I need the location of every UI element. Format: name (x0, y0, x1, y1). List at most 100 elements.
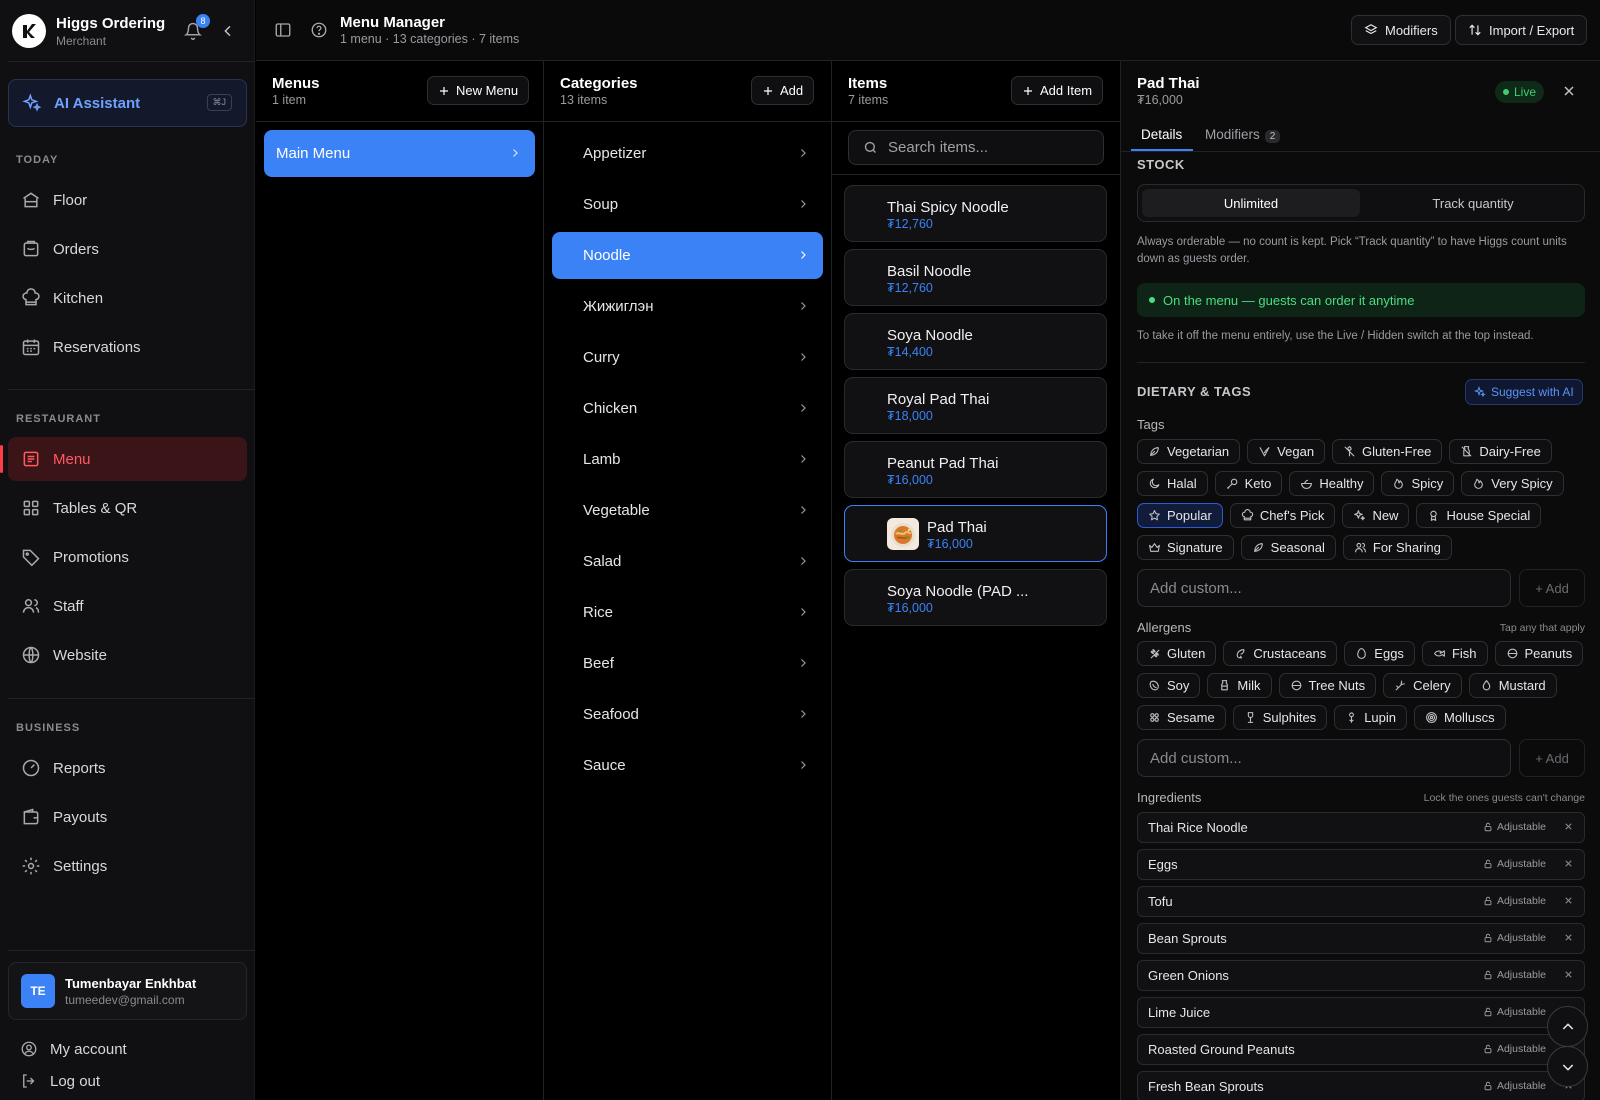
tag-chip-chef-s-pick[interactable]: Chef's Pick (1229, 503, 1336, 528)
logout-link[interactable]: Log out (20, 1072, 100, 1090)
help-icon[interactable] (310, 21, 328, 39)
allergen-chip-mustard[interactable]: Mustard (1468, 673, 1557, 698)
stock-unlimited-option[interactable]: Unlimited (1142, 189, 1360, 217)
tag-chip-halal[interactable]: Halal (1137, 471, 1208, 496)
nav-item-tables-qr[interactable]: Tables & QR (8, 486, 247, 530)
nav-item-website[interactable]: Website (8, 633, 247, 677)
ingredient-lock-toggle[interactable]: Adjustable (1483, 1080, 1546, 1092)
add-custom-allergen-button[interactable]: + Add (1519, 739, 1585, 777)
tab-modifiers[interactable]: Modifiers 2 (1205, 127, 1281, 143)
item-card[interactable]: Basil Noodle ₮12,760 (844, 249, 1107, 306)
user-card[interactable]: TE Tumenbayar Enkhbat tumeedev@gmail.com (8, 962, 247, 1020)
category-item[interactable]: Lamb (552, 436, 823, 483)
custom-tag-input[interactable]: Add custom... (1137, 569, 1511, 607)
item-card[interactable]: Soya Noodle ₮14,400 (844, 313, 1107, 370)
category-item[interactable]: Soup (552, 181, 823, 228)
nav-item-kitchen[interactable]: Kitchen (8, 276, 247, 320)
tag-chip-vegan[interactable]: Vegan (1247, 439, 1326, 464)
tag-chip-seasonal[interactable]: Seasonal (1240, 535, 1336, 560)
category-item[interactable]: Appetizer (552, 130, 823, 177)
tag-chip-for-sharing[interactable]: For Sharing (1342, 535, 1452, 560)
add-category-button[interactable]: Add (751, 76, 815, 105)
add-custom-tag-button[interactable]: + Add (1519, 569, 1585, 607)
category-item[interactable]: Seafood (552, 691, 823, 738)
category-item[interactable]: Chicken (552, 385, 823, 432)
live-status-toggle[interactable]: Live (1495, 81, 1545, 103)
allergen-chip-soy[interactable]: Soy (1137, 673, 1201, 698)
menu-row-main[interactable]: Main Menu (264, 130, 535, 177)
add-item-button[interactable]: Add Item (1011, 76, 1104, 105)
scroll-down-button[interactable] (1547, 1046, 1588, 1087)
category-item[interactable]: Beef (552, 640, 823, 687)
tag-chip-very-spicy[interactable]: Very Spicy (1461, 471, 1564, 496)
brand[interactable]: Higgs Ordering Merchant (12, 14, 165, 48)
collapse-sidebar-icon[interactable] (220, 23, 236, 39)
ai-assistant-button[interactable]: AI Assistant ⌘J (8, 79, 247, 127)
remove-ingredient-icon[interactable] (1563, 821, 1574, 832)
suggest-ai-button[interactable]: Suggest with AI (1465, 379, 1583, 405)
category-item[interactable]: Sauce (552, 742, 823, 789)
tag-chip-gluten-free[interactable]: Gluten-Free (1332, 439, 1443, 464)
allergen-chip-molluscs[interactable]: Molluscs (1414, 705, 1506, 730)
allergen-chip-gluten[interactable]: Gluten (1137, 641, 1217, 666)
nav-item-reservations[interactable]: Reservations (8, 325, 247, 369)
tag-chip-healthy[interactable]: Healthy (1289, 471, 1375, 496)
my-account-link[interactable]: My account (20, 1040, 127, 1058)
nav-item-settings[interactable]: Settings (8, 844, 247, 888)
remove-ingredient-icon[interactable] (1563, 932, 1574, 943)
category-item[interactable]: Salad (552, 538, 823, 585)
allergen-chip-lupin[interactable]: Lupin (1334, 705, 1407, 730)
ingredient-lock-toggle[interactable]: Adjustable (1483, 895, 1546, 907)
ingredient-lock-toggle[interactable]: Adjustable (1483, 1043, 1546, 1055)
ingredient-lock-toggle[interactable]: Adjustable (1483, 969, 1546, 981)
custom-allergen-input[interactable]: Add custom... (1137, 739, 1511, 777)
item-card[interactable]: Peanut Pad Thai ₮16,000 (844, 441, 1107, 498)
tag-chip-vegetarian[interactable]: Vegetarian (1137, 439, 1241, 464)
nav-item-staff[interactable]: Staff (8, 584, 247, 628)
tab-details[interactable]: Details (1141, 127, 1182, 142)
item-card[interactable]: Pad Thai ₮16,000 (844, 505, 1107, 562)
remove-ingredient-icon[interactable] (1563, 858, 1574, 869)
tag-chip-house-special[interactable]: House Special (1416, 503, 1542, 528)
tag-chip-keto[interactable]: Keto (1214, 471, 1283, 496)
modifiers-button[interactable]: Modifiers (1351, 15, 1451, 45)
nav-item-orders[interactable]: Orders (8, 227, 247, 271)
allergen-chip-celery[interactable]: Celery (1383, 673, 1462, 698)
tag-chip-popular[interactable]: Popular (1137, 503, 1223, 528)
tag-chip-signature[interactable]: Signature (1137, 535, 1234, 560)
allergen-chip-sesame[interactable]: Sesame (1137, 705, 1226, 730)
category-item[interactable]: Noodle (552, 232, 823, 279)
tag-chip-dairy-free[interactable]: Dairy-Free (1449, 439, 1552, 464)
stock-track-option[interactable]: Track quantity (1364, 189, 1582, 217)
search-input[interactable]: Search items... (848, 130, 1104, 165)
allergen-chip-fish[interactable]: Fish (1421, 641, 1488, 666)
item-card[interactable]: Soya Noodle (PAD ... ₮16,000 (844, 569, 1107, 626)
category-item[interactable]: Rice (552, 589, 823, 636)
scroll-up-button[interactable] (1547, 1006, 1588, 1047)
sidebar-toggle-icon[interactable] (274, 21, 292, 39)
nav-item-promotions[interactable]: Promotions (8, 535, 247, 579)
remove-ingredient-icon[interactable] (1563, 969, 1574, 980)
close-icon[interactable] (1561, 83, 1577, 99)
item-card[interactable]: Thai Spicy Noodle ₮12,760 (844, 185, 1107, 242)
allergen-chip-sulphites[interactable]: Sulphites (1232, 705, 1328, 730)
allergen-chip-peanuts[interactable]: Peanuts (1494, 641, 1584, 666)
nav-item-floor[interactable]: Floor (8, 178, 247, 222)
category-item[interactable]: Жижиглэн (552, 283, 823, 330)
ingredient-lock-toggle[interactable]: Adjustable (1483, 858, 1546, 870)
ingredient-lock-toggle[interactable]: Adjustable (1483, 932, 1546, 944)
allergen-chip-tree-nuts[interactable]: Tree Nuts (1278, 673, 1377, 698)
remove-ingredient-icon[interactable] (1563, 895, 1574, 906)
category-item[interactable]: Vegetable (552, 487, 823, 534)
new-menu-button[interactable]: New Menu (427, 76, 530, 105)
import-export-button[interactable]: Import / Export (1455, 15, 1588, 45)
item-card[interactable]: Royal Pad Thai ₮18,000 (844, 377, 1107, 434)
nav-item-menu[interactable]: Menu (0, 437, 247, 481)
nav-item-reports[interactable]: Reports (8, 746, 247, 790)
allergen-chip-crustaceans[interactable]: Crustaceans (1223, 641, 1338, 666)
nav-item-payouts[interactable]: Payouts (8, 795, 247, 839)
tag-chip-new[interactable]: New (1342, 503, 1410, 528)
tag-chip-spicy[interactable]: Spicy (1381, 471, 1455, 496)
category-item[interactable]: Curry (552, 334, 823, 381)
allergen-chip-eggs[interactable]: Eggs (1344, 641, 1415, 666)
